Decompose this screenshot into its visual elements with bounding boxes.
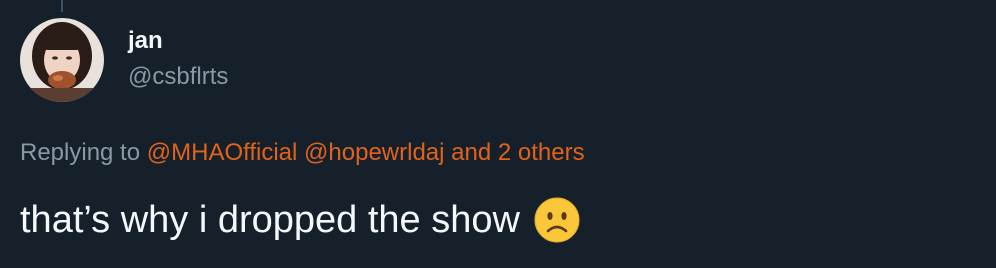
author-display-name[interactable]: jan bbox=[128, 26, 163, 56]
thread-connector-line bbox=[61, 0, 63, 12]
mention-link-mhaofficial[interactable]: @MHAOfficial bbox=[147, 139, 298, 166]
mention-link-hopewrldaj[interactable]: @hopewrldaj bbox=[304, 139, 444, 166]
tweet-text: that’s why i dropped the show bbox=[20, 196, 580, 244]
author-handle[interactable]: @csbflrts bbox=[128, 62, 228, 92]
avatar-image bbox=[20, 18, 104, 102]
replying-prefix: Replying to bbox=[20, 139, 141, 166]
tweet: jan @csbflrts Replying to @MHAOfficial @… bbox=[0, 0, 996, 268]
others-link[interactable]: and 2 others bbox=[451, 139, 584, 166]
avatar[interactable] bbox=[20, 18, 104, 102]
replying-to-line: Replying to @MHAOfficial @hopewrldaj and… bbox=[20, 137, 585, 169]
slightly-frowning-face-icon bbox=[534, 197, 580, 243]
tweet-text-content: that’s why i dropped the show bbox=[20, 199, 520, 241]
